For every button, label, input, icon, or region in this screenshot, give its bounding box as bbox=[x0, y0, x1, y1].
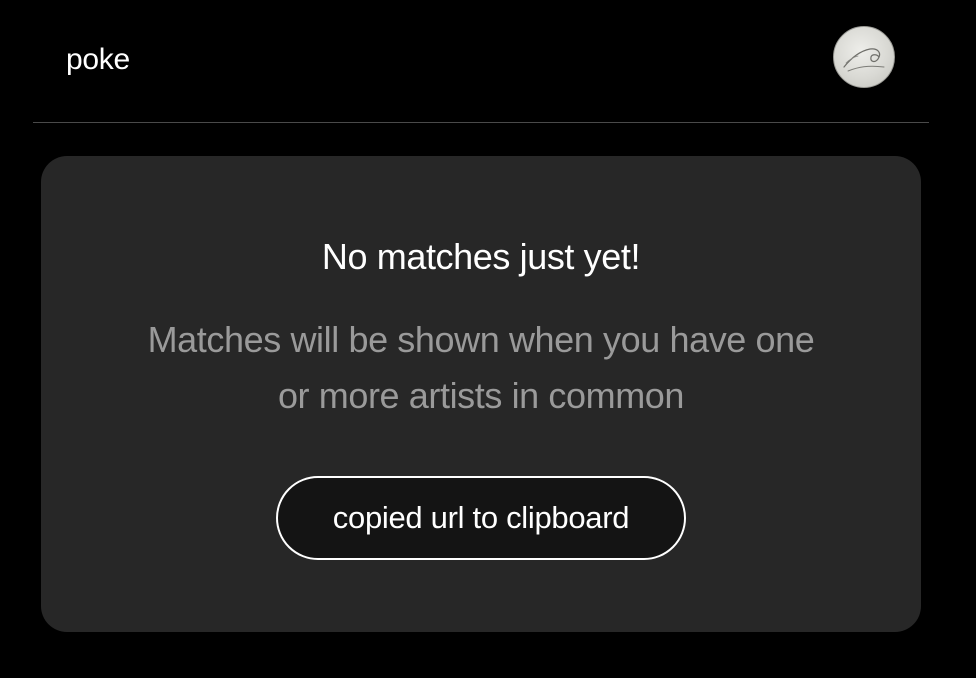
avatar[interactable] bbox=[833, 26, 895, 88]
copy-url-button[interactable]: copied url to clipboard bbox=[276, 476, 686, 560]
wave-sketch-icon bbox=[843, 48, 885, 72]
page: poke No matches just yet! Matches will b… bbox=[0, 0, 976, 678]
empty-state-subtitle: Matches will be shown when you have one … bbox=[147, 319, 815, 416]
header: poke bbox=[0, 0, 976, 122]
header-divider bbox=[33, 122, 929, 123]
empty-state-title: No matches just yet! bbox=[321, 236, 641, 277]
app-name[interactable]: poke bbox=[66, 42, 130, 78]
